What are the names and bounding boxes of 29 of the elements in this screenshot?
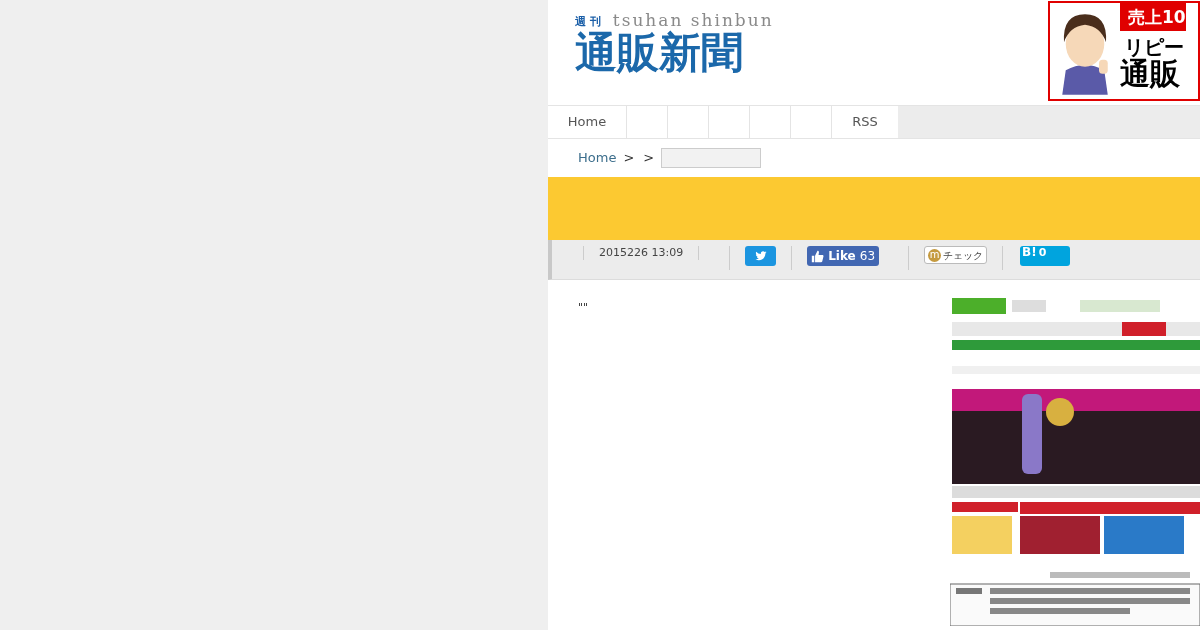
hatena-count: 0	[1038, 247, 1047, 258]
twitter-button[interactable]	[745, 246, 777, 266]
breadcrumb-separator: >	[622, 149, 636, 168]
logo-subtitle: tsuhan shinbun	[612, 12, 774, 29]
post-date: 2015226 13:09	[599, 246, 684, 260]
banner-text: 通販	[1120, 59, 1181, 89]
nav-item[interactable]	[668, 106, 709, 138]
nav-item[interactable]: Home	[548, 106, 627, 138]
nav-item[interactable]: RSS	[832, 106, 898, 138]
like-count: 63	[859, 248, 876, 265]
breadcrumb-link[interactable]: Home	[578, 148, 617, 168]
hatena-label: B!	[1022, 246, 1037, 258]
bird-icon	[753, 250, 768, 262]
breadcrumb-separator: >	[642, 149, 656, 168]
nav-item[interactable]	[627, 106, 668, 138]
thumbs-up-icon	[811, 249, 825, 263]
article-text: ""	[578, 302, 590, 316]
banner-text: リピー	[1124, 37, 1185, 57]
nav-item[interactable]	[709, 106, 750, 138]
nav-item[interactable]	[791, 106, 832, 138]
like-button[interactable]: Like 63	[807, 246, 880, 266]
logo-kicker: 週 刊	[575, 16, 601, 27]
check-button[interactable]: m チェック	[924, 246, 988, 264]
ad-banner[interactable]: 売上10 リピー 通販	[1048, 1, 1200, 101]
like-label: Like	[828, 248, 856, 265]
logo-title: 通販新聞	[575, 32, 744, 74]
mixi-icon: m	[928, 248, 942, 262]
banner-headline: 売上10	[1128, 8, 1186, 26]
nav-item[interactable]	[750, 106, 791, 138]
